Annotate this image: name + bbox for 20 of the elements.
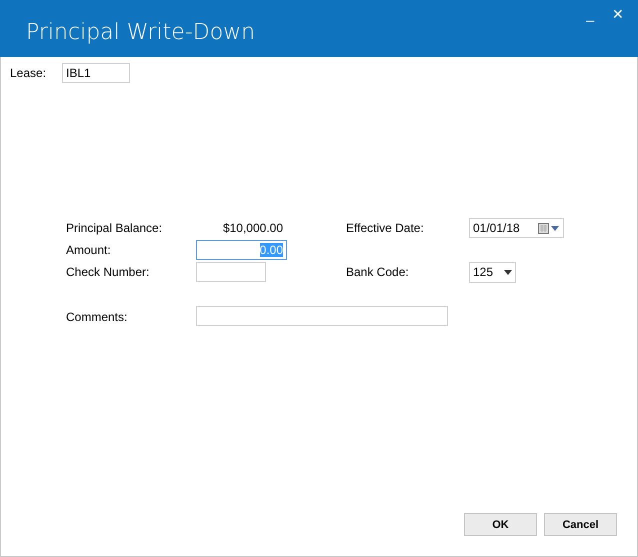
minimize-button[interactable]: _	[586, 6, 594, 22]
field-label: Principal Balance:	[66, 221, 164, 235]
field-label: Effective Date:	[346, 221, 425, 235]
close-button[interactable]: ✕	[612, 6, 624, 22]
field-label: Bank Code:	[346, 265, 410, 279]
check-number-field[interactable]	[196, 262, 266, 282]
ok-button[interactable]: OK	[464, 513, 537, 536]
calendar-icon	[538, 222, 560, 234]
date-picker[interactable]: 01/01/18	[469, 218, 564, 238]
field-label: Amount:	[66, 243, 112, 257]
caret-icon	[504, 270, 512, 274]
principal-balance-value: $10,000.00	[222, 221, 283, 235]
lease-label: Lease:	[10, 66, 46, 80]
cancel-button[interactable]: Cancel	[544, 513, 617, 536]
bank-code-dropdown[interactable]: 125	[469, 262, 516, 282]
comments-field[interactable]	[196, 306, 448, 326]
field-label: Check Number:	[66, 265, 150, 279]
field-label: Comments:	[66, 310, 128, 324]
window-title: Principal Write-Down	[26, 20, 256, 45]
lease-field[interactable]: IBL1	[62, 63, 130, 83]
